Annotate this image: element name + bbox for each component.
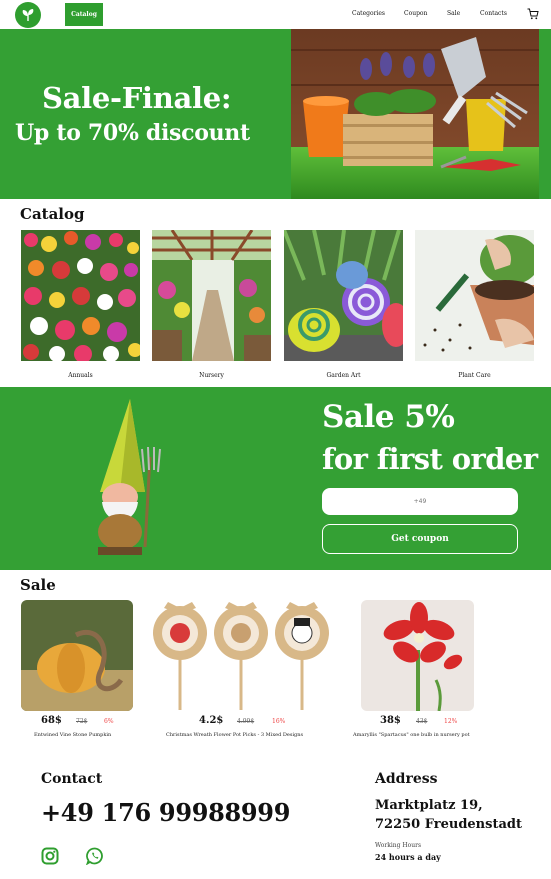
product-discount: 12%: [444, 718, 458, 725]
hero-banner: Sale-Finale: Up to 70% discount: [0, 29, 551, 199]
product-discount: 6%: [104, 718, 114, 725]
product-old-price: 72$: [76, 718, 88, 725]
gnome-illustration-icon: [98, 399, 161, 555]
catalog-card-annuals[interactable]: [21, 230, 140, 361]
product-price: 68$: [41, 715, 62, 726]
phone-input[interactable]: [322, 488, 518, 515]
product-image-wreath-picks[interactable]: [152, 600, 332, 710]
cart-icon[interactable]: [527, 8, 539, 20]
logo-leaf-icon[interactable]: [15, 2, 41, 28]
product-name[interactable]: Amaryllis "Spartacus" one bulb in nurser…: [353, 732, 470, 738]
catalog-title: Catalog: [20, 205, 85, 223]
promo-subtitle: for first order: [322, 442, 538, 476]
address-line-2: 72250 Freudenstadt: [375, 817, 522, 832]
product-discount: 16%: [272, 718, 286, 725]
working-hours-value: 24 hours a day: [375, 852, 441, 862]
product-name[interactable]: Christmas Wreath Flower Pot Picks - 3 Mi…: [166, 732, 303, 738]
address-title: Address: [375, 771, 438, 787]
product-price: 4.2$: [199, 715, 224, 726]
nav-coupon[interactable]: Coupon: [404, 10, 427, 17]
catalog-label-annuals[interactable]: Annuals: [21, 372, 140, 379]
greenhouse-photo-icon: [152, 230, 271, 361]
potting-photo-icon: [415, 230, 534, 361]
hero-subtitle: Up to 70% discount: [15, 120, 250, 146]
product-image-pumpkin[interactable]: [21, 600, 133, 711]
address-line-1: Marktplatz 19,: [375, 798, 483, 813]
pumpkin-photo-icon: [21, 600, 133, 711]
product-old-price: 4.99$: [237, 718, 255, 725]
snail-art-photo-icon: [284, 230, 403, 361]
amaryllis-photo-icon: [361, 600, 474, 711]
flowers-photo-icon: [21, 230, 140, 361]
catalog-label-garden-art[interactable]: Garden Art: [284, 372, 403, 379]
contact-phone[interactable]: +49 176 99988999: [41, 798, 290, 827]
product-name[interactable]: Entwined Vine Stone Pumpkin: [34, 732, 111, 738]
promo-title: Sale 5%: [322, 399, 455, 435]
nav-contacts[interactable]: Contacts: [480, 10, 507, 17]
working-hours-label: Working Hours: [375, 842, 422, 849]
coupon-promo-banner: Sale 5% for first order Get coupon: [0, 387, 551, 570]
hero-title: Sale-Finale:: [42, 81, 232, 115]
nav-categories[interactable]: Categories: [352, 10, 385, 17]
product-old-price: 43$: [416, 718, 428, 725]
product-price: 38$: [380, 715, 401, 726]
get-coupon-button[interactable]: Get coupon: [322, 524, 518, 554]
nav-sale[interactable]: Sale: [447, 10, 460, 17]
instagram-icon[interactable]: [41, 847, 59, 865]
header: Catalog Categories Coupon Sale Contacts: [0, 0, 551, 29]
catalog-card-garden-art[interactable]: [284, 230, 403, 361]
contact-title: Contact: [41, 771, 103, 787]
catalog-label-plant-care[interactable]: Plant Care: [415, 372, 534, 379]
catalog-card-plant-care[interactable]: [415, 230, 534, 361]
catalog-button[interactable]: Catalog: [65, 3, 103, 26]
catalog-card-nursery[interactable]: [152, 230, 271, 361]
catalog-label-nursery[interactable]: Nursery: [152, 372, 271, 379]
hero-garden-tools-image: [291, 29, 539, 199]
product-image-amaryllis[interactable]: [361, 600, 474, 711]
wreath-picks-photo-icon: [152, 600, 332, 710]
whatsapp-icon[interactable]: [86, 847, 104, 865]
sale-title: Sale: [20, 576, 56, 594]
